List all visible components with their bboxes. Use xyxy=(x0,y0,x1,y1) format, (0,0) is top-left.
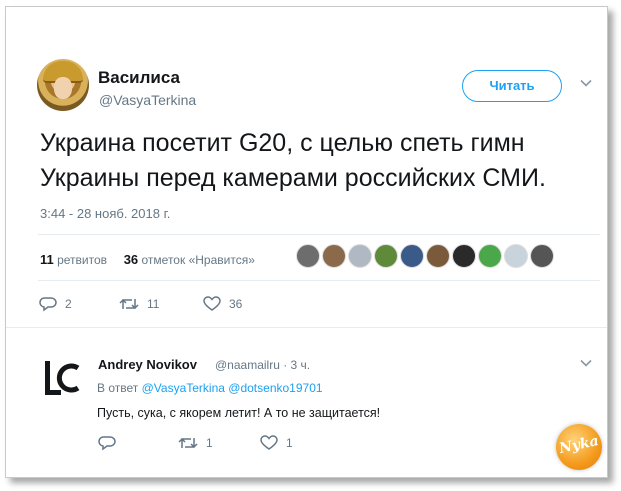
tweet-actions: 2 11 36 xyxy=(39,296,339,316)
mention-link[interactable]: @dotsenko19701 xyxy=(228,381,322,395)
watermark-logo: Nyka xyxy=(556,424,602,470)
liker-avatar[interactable] xyxy=(296,244,320,268)
liker-avatar[interactable] xyxy=(374,244,398,268)
retweets-label[interactable]: ретвитов xyxy=(57,253,107,267)
avatar-face xyxy=(54,77,72,99)
like-count: 1 xyxy=(286,436,293,450)
divider xyxy=(38,280,600,281)
reply-icon xyxy=(39,297,57,312)
reply-icon xyxy=(98,436,116,451)
retweet-count: 11 xyxy=(147,297,160,311)
likes-count[interactable]: 36 xyxy=(124,252,138,267)
reply-actions: 1 1 xyxy=(98,435,398,455)
reply-count: 2 xyxy=(65,297,72,311)
reply-author-handle[interactable]: @naamailru xyxy=(215,358,280,372)
retweet-action[interactable]: 11 xyxy=(119,296,159,312)
liker-avatar[interactable] xyxy=(426,244,450,268)
retweet-count: 1 xyxy=(206,436,213,450)
liker-avatar[interactable] xyxy=(322,244,346,268)
mention-link[interactable]: @VasyaTerkina xyxy=(142,381,225,395)
divider xyxy=(6,327,607,328)
reply-meta: @naamailru · 3 ч. xyxy=(215,358,310,372)
author-name[interactable]: Василиса xyxy=(98,68,180,88)
tweet-card: Василиса @VasyaTerkina Читать Украина по… xyxy=(5,6,608,478)
likes-label[interactable]: отметок «Нравится» xyxy=(142,253,255,267)
retweet-icon xyxy=(119,298,139,310)
heart-icon xyxy=(260,435,278,450)
engagement-stats: 11 ретвитов 36 отметок «Нравится» xyxy=(40,252,255,267)
reply-action[interactable] xyxy=(98,435,124,451)
liker-avatar[interactable] xyxy=(452,244,476,268)
chevron-down-icon[interactable] xyxy=(580,357,592,369)
liker-avatar[interactable] xyxy=(400,244,424,268)
chevron-down-icon[interactable] xyxy=(580,77,592,89)
tweet-timestamp[interactable]: 3:44 - 28 нояб. 2018 г. xyxy=(40,206,170,221)
reply-author-avatar[interactable] xyxy=(44,360,82,398)
heart-icon xyxy=(203,296,221,311)
retweet-action[interactable]: 1 xyxy=(178,435,213,451)
like-count: 36 xyxy=(229,297,243,311)
liker-avatar[interactable] xyxy=(348,244,372,268)
follow-button[interactable]: Читать xyxy=(462,70,562,102)
watermark-text: Nyka xyxy=(557,433,601,457)
divider xyxy=(38,234,600,235)
reply-author-name[interactable]: Andrey Novikov xyxy=(98,357,197,372)
reply-action[interactable]: 2 xyxy=(39,296,72,312)
like-action[interactable]: 36 xyxy=(203,296,242,312)
retweets-count[interactable]: 11 xyxy=(40,252,54,267)
in-reply-to: В ответ @VasyaTerkina @dotsenko19701 xyxy=(97,381,323,395)
author-handle[interactable]: @VasyaTerkina xyxy=(99,92,196,108)
in-reply-prefix: В ответ xyxy=(97,381,139,395)
liker-avatar[interactable] xyxy=(530,244,554,268)
tweet-text: Украина посетит G20, с целью спеть гимн … xyxy=(40,129,546,192)
reply-text: Пусть, сука, с якорем летит! А то не защ… xyxy=(97,406,381,420)
liker-avatar[interactable] xyxy=(478,244,502,268)
like-action[interactable]: 1 xyxy=(260,435,293,451)
author-avatar[interactable] xyxy=(37,59,89,111)
reply-time[interactable]: · 3 ч. xyxy=(283,358,310,372)
liker-avatar[interactable] xyxy=(504,244,528,268)
retweet-icon xyxy=(178,437,198,449)
